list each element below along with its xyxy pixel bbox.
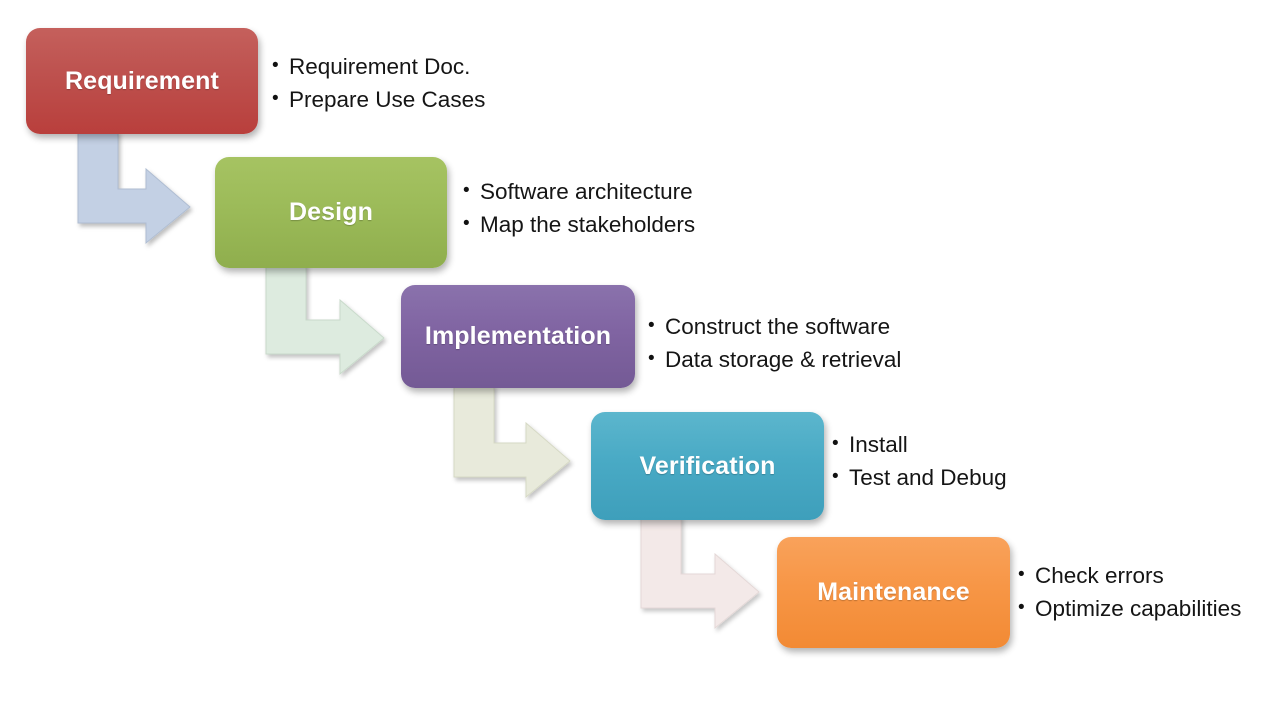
arrow-verification-to-maintenance [637, 515, 763, 634]
list-item: Data storage & retrieval [648, 342, 901, 376]
arrow-shape [265, 263, 385, 376]
waterfall-diagram-canvas: Requirement Requirement Doc. Prepare Use… [0, 0, 1279, 720]
stage-label-maintenance: Maintenance [817, 578, 970, 606]
arrow-implementation-to-verification [450, 384, 576, 503]
bullet-list-implementation: Construct the software Data storage & re… [648, 309, 901, 376]
arrow-shape [640, 515, 760, 630]
list-item: Test and Debug [832, 460, 1007, 494]
stage-box-design[interactable]: Design [215, 157, 447, 268]
bullet-list-design: Software architecture Map the stakeholde… [463, 174, 695, 241]
list-item: Optimize capabilities [1018, 591, 1241, 625]
list-item: Construct the software [648, 309, 901, 343]
bullet-list-maintenance: Check errors Optimize capabilities [1018, 558, 1241, 625]
list-item: Check errors [1018, 558, 1241, 592]
list-item: Map the stakeholders [463, 207, 695, 241]
list-item: Prepare Use Cases [272, 82, 485, 116]
stage-label-requirement: Requirement [65, 66, 219, 95]
stage-label-design: Design [289, 198, 373, 226]
arrow-requirement-to-design [74, 130, 194, 245]
arrow-shape [77, 130, 191, 245]
stage-label-verification: Verification [639, 451, 776, 480]
arrow-shape [453, 384, 571, 499]
arrow-design-to-implementation [262, 263, 388, 376]
stage-box-implementation[interactable]: Implementation [401, 285, 635, 388]
list-item: Software architecture [463, 174, 695, 208]
stage-box-verification[interactable]: Verification [591, 412, 824, 520]
list-item: Requirement Doc. [272, 49, 485, 83]
stage-label-implementation: Implementation [424, 322, 612, 350]
bullet-list-verification: Install Test and Debug [832, 427, 1007, 494]
stage-box-maintenance[interactable]: Maintenance [777, 537, 1010, 648]
list-item: Install [832, 427, 1007, 461]
bullet-list-requirement: Requirement Doc. Prepare Use Cases [272, 49, 485, 116]
stage-box-requirement[interactable]: Requirement [26, 28, 258, 134]
